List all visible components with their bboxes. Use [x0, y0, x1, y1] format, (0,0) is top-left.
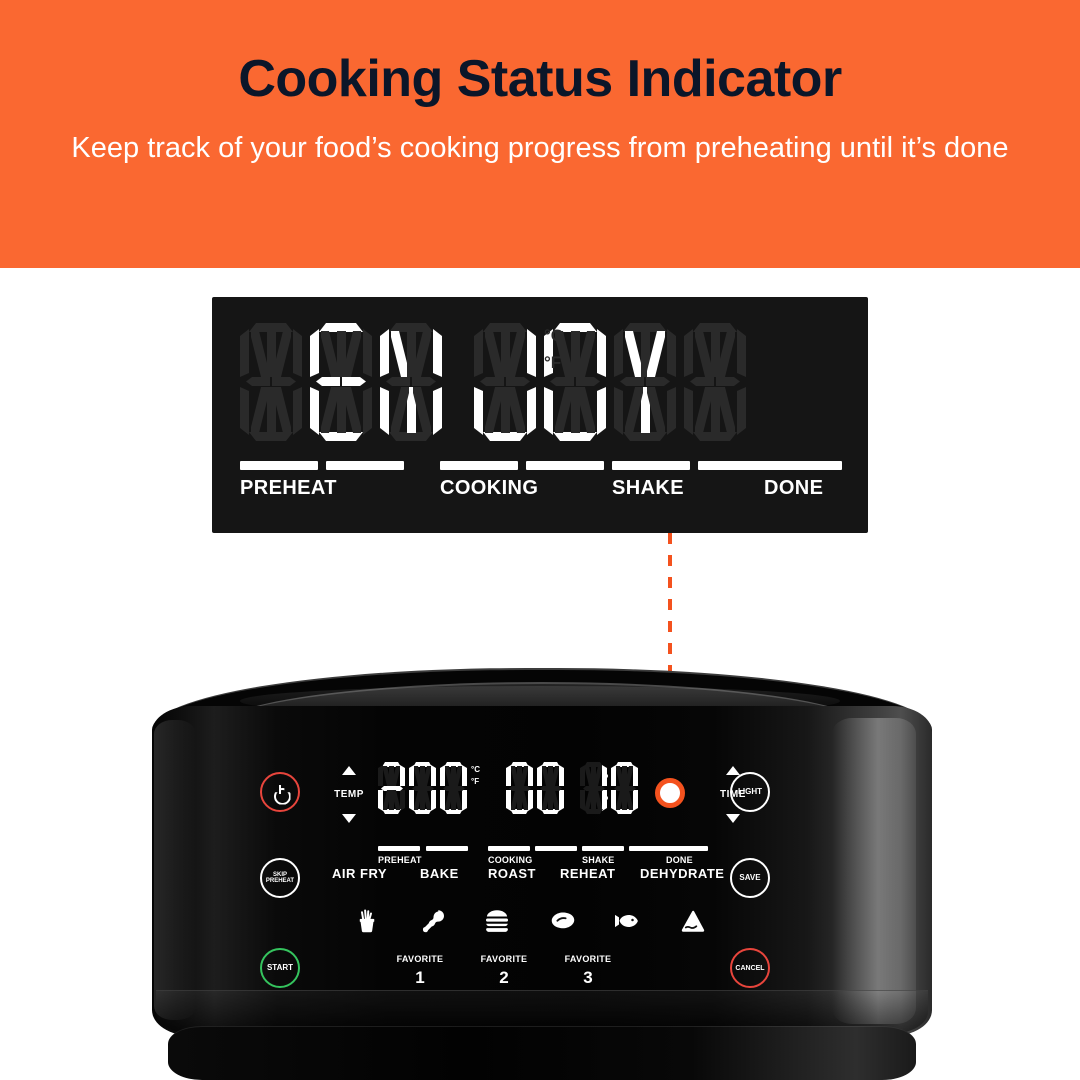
header-banner: Cooking Status Indicator Keep track of y… — [0, 0, 1080, 268]
food-preset-row — [350, 906, 710, 940]
progress-bar-segment — [612, 461, 690, 470]
temp-label: TEMP — [334, 789, 364, 800]
stage-label-row: PREHEAT COOKING SHAKE DONE — [240, 477, 842, 503]
cancel-button[interactable]: CANCEL — [730, 948, 770, 988]
skip-preheat-label: SKIP PREHEAT — [265, 872, 295, 884]
panel-progress-bar-segment — [426, 846, 468, 851]
segment-char — [380, 323, 442, 441]
segment-char — [537, 762, 564, 814]
callout-marker-dot — [655, 778, 685, 808]
save-button[interactable]: SAVE — [730, 858, 770, 898]
chicken-drumstick-icon[interactable] — [416, 906, 450, 936]
temp-stepper[interactable]: TEMP — [328, 766, 370, 823]
magnified-led-display: °C °F PREHEAT COOKING SHAKE DONE — [212, 297, 868, 533]
page-title: Cooking Status Indicator — [238, 50, 842, 108]
time-label: TIME — [720, 789, 746, 800]
stage-label: DONE — [764, 477, 824, 499]
panel-progress-bars — [378, 846, 710, 852]
segment-char — [474, 323, 536, 441]
stage-label: SHAKE — [612, 477, 685, 499]
power-icon — [273, 784, 288, 800]
control-panel: SKIP PREHEAT START LIGHT SAVE CANCEL TEM… — [260, 758, 810, 1028]
fish-icon[interactable] — [610, 906, 644, 936]
panel-progress-bar-segment — [629, 846, 671, 851]
favorite-label: FAVORITE — [480, 954, 528, 964]
favorite-number: 3 — [583, 968, 593, 987]
panel-progress-bar-segment — [488, 846, 530, 851]
panel-unit-indicator: °C °F — [471, 764, 480, 789]
favorite-button-3[interactable]: FAVORITE 3 — [548, 954, 628, 988]
segment-char — [611, 762, 638, 814]
cake-icon[interactable] — [676, 906, 710, 936]
favorite-number: 1 — [415, 968, 425, 987]
segment-char — [378, 762, 405, 814]
mode-button-air-fry[interactable]: AIR FRY — [332, 866, 387, 881]
segment-char — [310, 323, 372, 441]
steak-icon[interactable] — [546, 906, 580, 936]
favorite-number: 2 — [499, 968, 509, 987]
favorite-button-2[interactable]: FAVORITE 2 — [464, 954, 544, 988]
favorite-label: FAVORITE — [564, 954, 612, 964]
power-button[interactable] — [260, 772, 300, 812]
cancel-label: CANCEL — [735, 964, 765, 972]
segment-char — [684, 323, 746, 441]
temperature-unit-indicator: °C °F — [544, 327, 563, 371]
time-colon-icon — [604, 774, 609, 806]
segment-char — [580, 762, 607, 814]
start-button[interactable]: START — [260, 948, 300, 988]
favorites-row: FAVORITE 1 FAVORITE 2 FAVORITE 3 — [380, 954, 680, 994]
segment-char — [614, 323, 676, 441]
favorite-label: FAVORITE — [396, 954, 444, 964]
temperature-readout — [378, 762, 471, 814]
appliance-base — [168, 1026, 916, 1080]
segment-char — [409, 762, 436, 814]
panel-progress-bar-segment — [378, 846, 420, 851]
panel-progress-bar-segment — [666, 846, 708, 851]
cooking-mode-row: AIR FRY BAKE ROAST REHEAT DEHYDRATE — [332, 866, 724, 888]
skip-preheat-button[interactable]: SKIP PREHEAT — [260, 858, 300, 898]
favorite-button-1[interactable]: FAVORITE 1 — [380, 954, 460, 988]
fahrenheit-label: °F — [544, 353, 562, 372]
time-decrease-icon[interactable] — [726, 814, 740, 823]
stage-label: PREHEAT — [240, 477, 337, 499]
start-label: START — [266, 963, 294, 972]
segment-character-row — [240, 323, 840, 445]
progress-bar-segment — [764, 461, 842, 470]
mode-button-dehydrate[interactable]: DEHYDRATE — [640, 866, 724, 881]
mode-button-reheat[interactable]: REHEAT — [560, 866, 615, 881]
mode-button-roast[interactable]: ROAST — [488, 866, 536, 881]
panel-stage-label: PREHEAT — [378, 855, 422, 865]
time-stepper[interactable]: TIME — [712, 766, 754, 823]
segment-char — [440, 762, 467, 814]
panel-progress-bar-segment — [582, 846, 624, 851]
stage-label: COOKING — [440, 477, 539, 499]
panel-stage-label: DONE — [666, 855, 693, 865]
page-subtitle: Keep track of your food’s cooking progre… — [71, 131, 1009, 164]
progress-bar-segment — [526, 461, 604, 470]
time-increase-icon[interactable] — [726, 766, 740, 775]
progress-bar-segment — [440, 461, 518, 470]
panel-stage-label: COOKING — [488, 855, 533, 865]
fries-icon[interactable] — [350, 906, 384, 936]
panel-celsius-label: °C — [471, 765, 480, 774]
air-fryer-appliance: SKIP PREHEAT START LIGHT SAVE CANCEL TEM… — [120, 668, 965, 1080]
celsius-label: °C — [544, 326, 564, 345]
temp-decrease-icon[interactable] — [342, 814, 356, 823]
burger-icon[interactable] — [480, 906, 514, 936]
progress-bar-segment — [240, 461, 318, 470]
panel-progress-bar-segment — [535, 846, 577, 851]
mode-button-bake[interactable]: BAKE — [420, 866, 459, 881]
segment-char — [240, 323, 302, 441]
progress-bar-row — [240, 461, 842, 473]
progress-bar-segment — [326, 461, 404, 470]
panel-fahrenheit-label: °F — [471, 777, 480, 787]
temp-increase-icon[interactable] — [342, 766, 356, 775]
panel-stage-label: SHAKE — [582, 855, 615, 865]
segment-char — [506, 762, 533, 814]
time-readout — [506, 762, 642, 814]
save-label: SAVE — [739, 873, 761, 882]
